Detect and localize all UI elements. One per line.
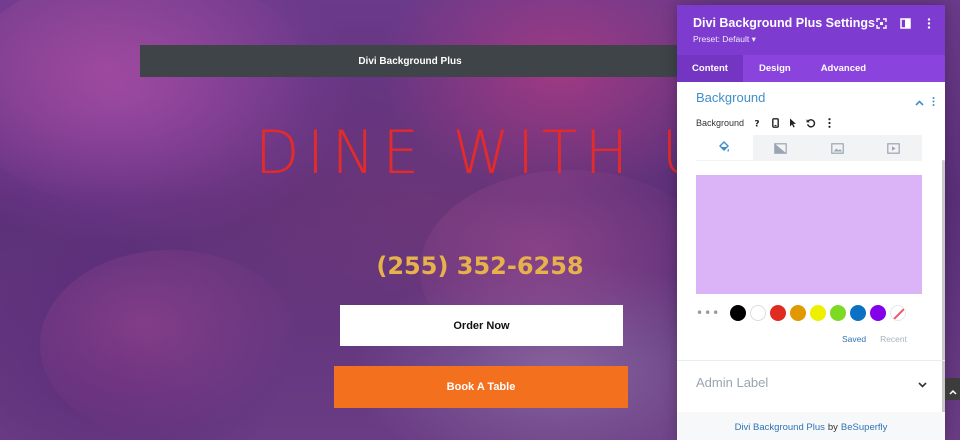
paint-bucket-icon bbox=[718, 138, 730, 157]
help-icon[interactable]: ? bbox=[752, 118, 762, 129]
top-title-bar: Divi Background Plus bbox=[140, 45, 680, 77]
admin-label-section[interactable]: Admin Label bbox=[696, 373, 927, 392]
admin-label-title: Admin Label bbox=[696, 375, 769, 390]
order-now-button[interactable]: Order Now bbox=[340, 305, 623, 346]
book-table-button[interactable]: Book A Table bbox=[334, 366, 628, 408]
tab-content[interactable]: Content bbox=[677, 55, 743, 82]
section-menu-icon[interactable] bbox=[932, 91, 935, 110]
scroll-up-button[interactable] bbox=[945, 378, 960, 400]
swatch-black[interactable] bbox=[730, 305, 746, 321]
svg-text:?: ? bbox=[754, 120, 759, 129]
author-link[interactable]: BeSuperfly bbox=[841, 422, 887, 433]
hover-cursor-icon[interactable] bbox=[788, 118, 798, 128]
bg-tab-video[interactable] bbox=[865, 135, 922, 161]
background-field-row: Background ? bbox=[696, 118, 834, 128]
panel-header: Divi Background Plus Settings Preset: De… bbox=[677, 5, 945, 55]
swatch-red[interactable] bbox=[770, 305, 786, 321]
plugin-link[interactable]: Divi Background Plus bbox=[735, 422, 825, 433]
flower-petal-decoration bbox=[40, 250, 300, 440]
phone-number: (255) 352-6258 bbox=[376, 252, 584, 280]
top-bar-title: Divi Background Plus bbox=[358, 55, 462, 67]
panel-body: Background Background ? ••• Saved Recent… bbox=[677, 82, 945, 440]
panel-tabs: Content Design Advanced bbox=[677, 55, 945, 82]
color-swatches: ••• bbox=[696, 305, 906, 321]
swatch-purple[interactable] bbox=[870, 305, 886, 321]
section-divider bbox=[677, 360, 945, 361]
reset-icon[interactable] bbox=[806, 118, 816, 128]
preset-selector[interactable]: Preset: Default ▾ bbox=[693, 34, 945, 45]
image-icon bbox=[830, 139, 844, 158]
recent-colors-tab[interactable]: Recent bbox=[880, 334, 907, 344]
more-colors-icon[interactable]: ••• bbox=[696, 307, 719, 319]
color-preview[interactable] bbox=[696, 175, 922, 294]
background-field-label: Background bbox=[696, 118, 745, 128]
swatch-green[interactable] bbox=[830, 305, 846, 321]
bg-tab-image[interactable] bbox=[809, 135, 866, 161]
panel-footer: Divi Background Plus by BeSuperfly bbox=[677, 412, 945, 440]
swatch-blue[interactable] bbox=[850, 305, 866, 321]
gradient-icon bbox=[774, 139, 788, 158]
chevron-down-icon bbox=[918, 373, 927, 392]
swatch-white[interactable] bbox=[750, 305, 766, 321]
bg-tab-color[interactable] bbox=[696, 135, 753, 161]
tab-advanced[interactable]: Advanced bbox=[805, 55, 882, 82]
section-title-background[interactable]: Background bbox=[696, 90, 765, 105]
more-options-icon[interactable] bbox=[923, 17, 935, 29]
no-color-swatch-icon[interactable] bbox=[890, 305, 906, 321]
footer-by-text: by bbox=[827, 421, 838, 433]
chevron-up-icon bbox=[948, 380, 957, 399]
chevron-up-icon[interactable] bbox=[915, 91, 924, 110]
field-options-icon[interactable] bbox=[824, 118, 834, 128]
split-view-icon[interactable] bbox=[899, 17, 911, 29]
swatch-orange[interactable] bbox=[790, 305, 806, 321]
tab-design[interactable]: Design bbox=[743, 55, 805, 82]
settings-panel: Divi Background Plus Settings Preset: De… bbox=[677, 5, 945, 440]
bg-tab-gradient[interactable] bbox=[752, 135, 809, 161]
background-type-tabs bbox=[696, 135, 922, 161]
swatch-yellow[interactable] bbox=[810, 305, 826, 321]
saved-colors-tab[interactable]: Saved bbox=[842, 334, 866, 344]
mobile-icon[interactable] bbox=[770, 118, 780, 128]
expand-icon[interactable] bbox=[875, 17, 887, 29]
video-icon bbox=[887, 139, 901, 158]
